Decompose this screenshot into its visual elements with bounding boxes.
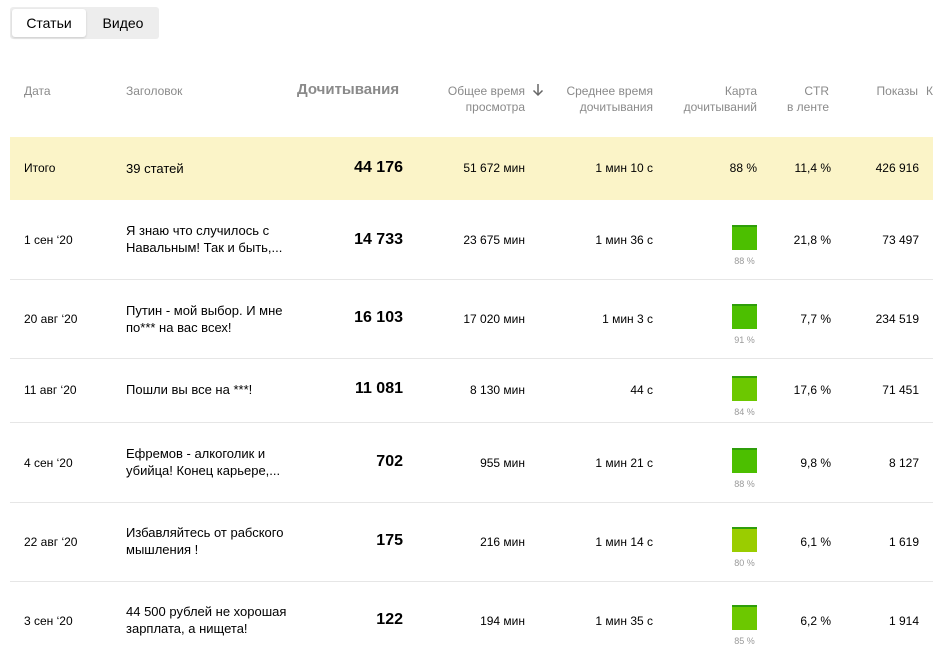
row-ctr: 9,8 %	[800, 456, 831, 470]
row-title-link[interactable]: Пошли вы все на ***!	[126, 381, 301, 398]
read-map-percent: 80 %	[734, 558, 755, 568]
row-title-link[interactable]: Избавляйтесь от рабского мышления !	[126, 524, 301, 558]
row-shows: 8 127	[888, 456, 919, 470]
column-ctr-header[interactable]: CTR в ленте	[787, 83, 829, 115]
total-row: Итого 39 статей 44 176 51 672 мин 1 мин …	[10, 137, 933, 200]
row-date: 3 сен ‘20	[24, 614, 73, 628]
total-map: 88 %	[729, 161, 757, 175]
content-type-tabs: Статьи Видео	[10, 7, 159, 39]
column-shows-header[interactable]: Показы	[877, 83, 918, 99]
column-ctr-line2: в ленте	[786, 100, 829, 114]
row-ctr: 17,6 %	[793, 383, 831, 397]
row-reads: 16 103	[354, 309, 403, 326]
row-total-time: 8 130 мин	[470, 383, 525, 397]
sort-desc-icon[interactable]	[532, 83, 544, 97]
read-map-chart[interactable]	[732, 605, 757, 630]
row-total-time: 955 мин	[480, 456, 525, 470]
column-reads-header[interactable]: Дочитывания	[297, 81, 399, 98]
table-row[interactable]: 3 сен ‘20 44 500 рублей не хорошая зарпл…	[10, 582, 933, 647]
column-cut-header[interactable]: К	[926, 83, 933, 99]
row-title-link[interactable]: Ефремов - алкоголик и убийца! Конец карь…	[126, 445, 301, 479]
column-avg-time-line1: Среднее время	[566, 84, 653, 98]
row-ctr: 7,7 %	[800, 312, 831, 326]
row-date: 22 авг ‘20	[24, 535, 78, 549]
row-shows: 234 519	[875, 312, 919, 326]
read-map-chart[interactable]	[732, 304, 757, 329]
column-total-time-header[interactable]: Общее время просмотра	[448, 83, 525, 115]
read-map-percent: 88 %	[734, 479, 755, 489]
row-title-link[interactable]: Я знаю что случилось с Навальным! Так и …	[126, 222, 301, 256]
row-reads: 702	[376, 453, 403, 470]
row-date: 11 авг ‘20	[24, 383, 77, 397]
row-reads: 11 081	[354, 380, 403, 397]
row-date: 20 авг ‘20	[24, 312, 78, 326]
table-row[interactable]: 22 авг ‘20 Избавляйтесь от рабского мышл…	[10, 503, 933, 582]
read-map-percent: 88 %	[734, 256, 755, 266]
read-map-chart[interactable]	[732, 225, 757, 250]
read-map-chart[interactable]	[732, 448, 757, 473]
total-label: Итого	[24, 161, 56, 175]
row-ctr: 6,2 %	[800, 614, 831, 628]
row-avg-time: 44 с	[630, 383, 653, 397]
column-date-header[interactable]: Дата	[24, 83, 51, 99]
total-reads: 44 176	[354, 159, 403, 176]
table-row[interactable]: 20 авг ‘20 Путин - мой выбор. И мне по**…	[10, 280, 933, 359]
column-avg-time-header[interactable]: Среднее время дочитывания	[566, 83, 653, 115]
row-total-time: 194 мин	[480, 614, 525, 628]
row-date: 1 сен ‘20	[24, 233, 73, 247]
row-reads: 122	[376, 611, 403, 628]
row-avg-time: 1 мин 14 с	[595, 535, 653, 549]
row-title-link[interactable]: 44 500 рублей не хорошая зарплата, а нищ…	[126, 603, 301, 637]
row-total-time: 17 020 мин	[463, 312, 525, 326]
table-row[interactable]: 11 авг ‘20 Пошли вы все на ***! 11 081 8…	[10, 359, 933, 423]
row-shows: 71 451	[882, 383, 919, 397]
column-ctr-line1: CTR	[804, 84, 829, 98]
table-row[interactable]: 4 сен ‘20 Ефремов - алкоголик и убийца! …	[10, 423, 933, 503]
read-map-chart[interactable]	[732, 376, 757, 401]
table-row[interactable]: 1 сен ‘20 Я знаю что случилось с Навальн…	[10, 201, 933, 280]
row-shows: 73 497	[882, 233, 919, 247]
row-shows: 1 619	[888, 535, 919, 549]
row-avg-time: 1 мин 36 с	[595, 233, 653, 247]
row-reads: 14 733	[354, 231, 403, 248]
total-count: 39 статей	[126, 161, 184, 176]
row-avg-time: 1 мин 3 с	[602, 312, 653, 326]
row-avg-time: 1 мин 21 с	[595, 456, 653, 470]
column-map-header[interactable]: Карта дочитываний	[684, 83, 757, 115]
total-ctr: 11,4 %	[794, 161, 831, 175]
read-map-percent: 91 %	[734, 335, 755, 345]
row-total-time: 23 675 мин	[463, 233, 525, 247]
column-total-time-line2: просмотра	[465, 100, 525, 114]
column-title-header[interactable]: Заголовок	[126, 83, 182, 99]
read-map-percent: 85 %	[734, 636, 755, 646]
total-total-time: 51 672 мин	[463, 161, 525, 175]
read-map-percent: 84 %	[734, 407, 755, 417]
tab-videos[interactable]: Видео	[90, 9, 156, 37]
row-ctr: 21,8 %	[793, 233, 831, 247]
tab-articles[interactable]: Статьи	[12, 9, 86, 37]
row-reads: 175	[376, 532, 403, 549]
row-shows: 1 914	[888, 614, 919, 628]
column-avg-time-line2: дочитывания	[579, 100, 653, 114]
row-total-time: 216 мин	[480, 535, 525, 549]
read-map-chart[interactable]	[732, 527, 757, 552]
row-title-link[interactable]: Путин - мой выбор. И мне по*** на вас вс…	[126, 302, 301, 336]
row-ctr: 6,1 %	[800, 535, 831, 549]
column-total-time-line1: Общее время	[447, 84, 525, 98]
row-date: 4 сен ‘20	[24, 456, 73, 470]
row-avg-time: 1 мин 35 с	[595, 614, 653, 628]
total-avg-time: 1 мин 10 с	[595, 161, 653, 175]
column-map-line2: дочитываний	[683, 100, 757, 114]
column-map-line1: Карта	[724, 84, 757, 98]
total-shows: 426 916	[875, 161, 919, 175]
